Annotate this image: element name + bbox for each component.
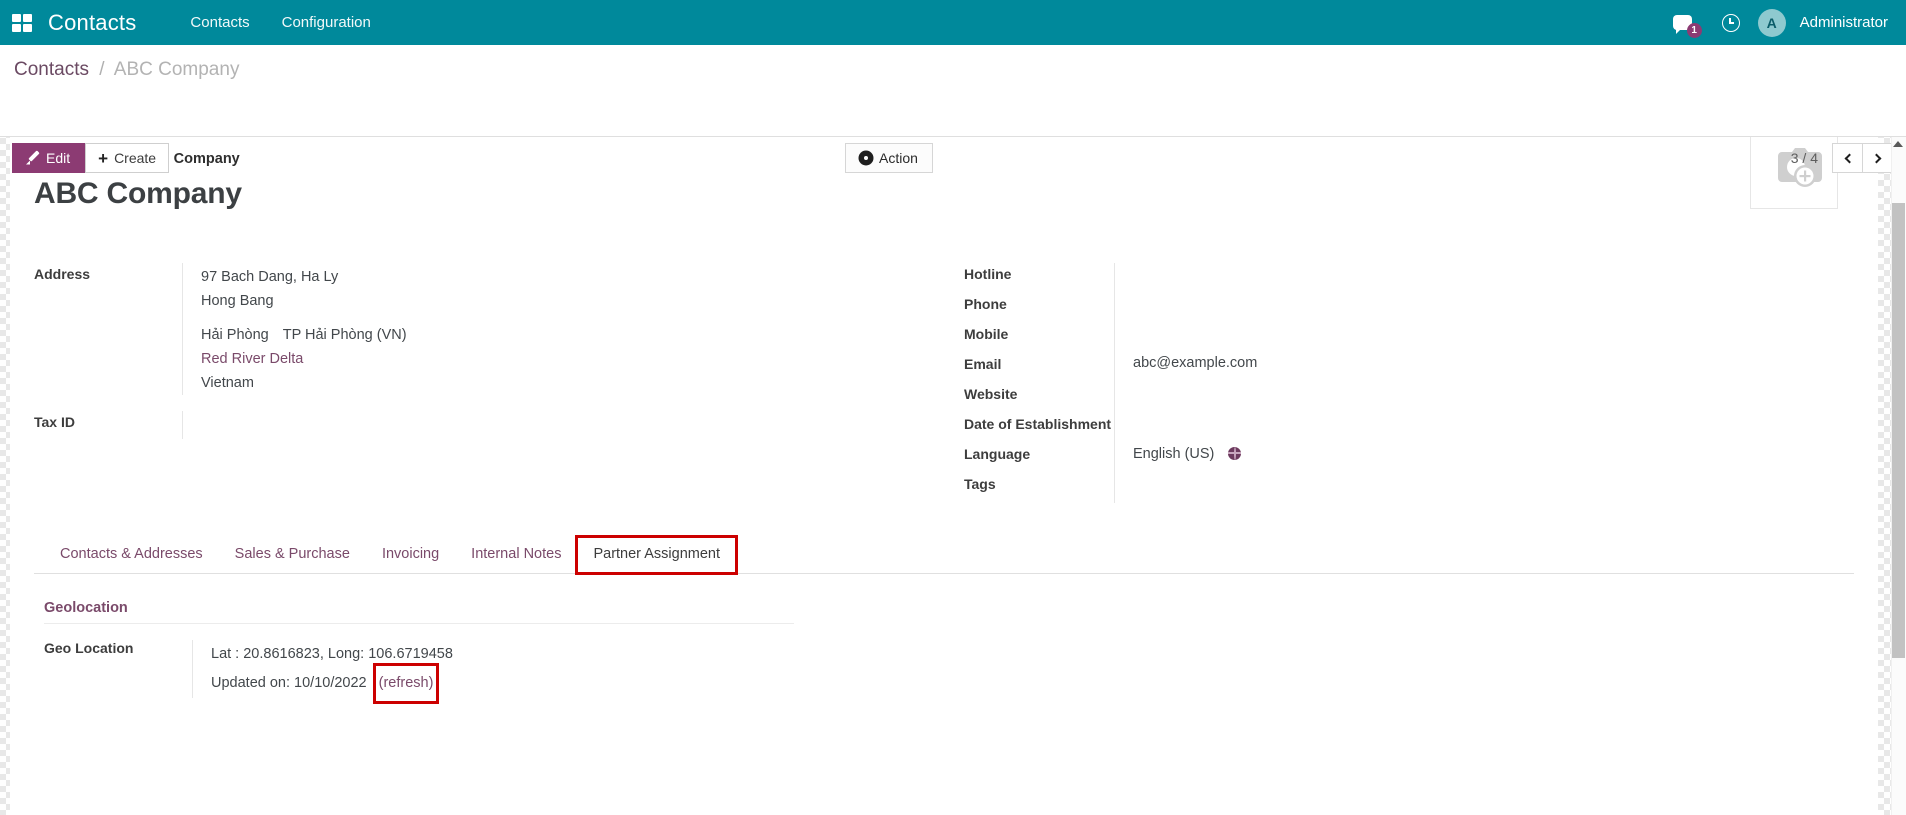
form-right-column: Hotline Phone Mobile Email abc@example.c… xyxy=(934,263,1854,503)
field-language: Language English (US) xyxy=(964,443,1854,473)
top-navbar: Contacts Contacts Configuration 1 A Admi… xyxy=(0,0,1906,45)
scroll-up-arrow-icon[interactable] xyxy=(1893,141,1903,147)
field-email-value[interactable]: abc@example.com xyxy=(1114,353,1854,383)
globe-icon[interactable] xyxy=(1228,447,1242,460)
breadcrumb-root[interactable]: Contacts xyxy=(14,59,89,80)
gear-icon xyxy=(860,152,872,164)
field-geo-location-value: Lat : 20.8616823, Long: 106.6719458 Upda… xyxy=(192,640,1844,704)
geo-coordinates: Lat : 20.8616823, Long: 106.6719458 xyxy=(211,646,453,662)
field-language-value[interactable]: English (US) xyxy=(1114,443,1854,473)
address-country: Vietnam xyxy=(201,375,254,391)
form-sheet: Individual Company ABC Company Address 9… xyxy=(10,137,1878,815)
tab-partner-assignment[interactable]: Partner Assignment xyxy=(575,535,738,575)
breadcrumb-separator: / xyxy=(99,59,105,80)
field-email-label: Email xyxy=(964,356,1002,372)
field-hotline: Hotline xyxy=(964,263,1854,293)
tab-sales-purchase[interactable]: Sales & Purchase xyxy=(219,537,366,573)
chevron-right-icon xyxy=(1871,153,1882,163)
notebook-tabs: Contacts & Addresses Sales & Purchase In… xyxy=(34,535,1854,575)
address-city: Hải Phòng xyxy=(201,327,269,343)
field-address-value[interactable]: 97 Bach Dang, Ha Ly Hong Bang Hải Phòng … xyxy=(182,263,934,395)
pager-counter: 3 / 4 xyxy=(1790,150,1818,166)
field-address-label: Address xyxy=(34,266,91,282)
tab-invoicing[interactable]: Invoicing xyxy=(366,537,455,573)
edit-button-label: Edit xyxy=(46,150,71,166)
geolocation-group-title: Geolocation xyxy=(44,600,794,624)
tab-contacts-addresses[interactable]: Contacts & Addresses xyxy=(44,537,219,573)
messages-badge: 1 xyxy=(1686,23,1702,38)
pager: 3 / 4 xyxy=(1791,143,1894,173)
breadcrumb: Contacts / ABC Company xyxy=(14,59,239,81)
field-mobile: Mobile xyxy=(964,323,1854,353)
field-hotline-label: Hotline xyxy=(964,266,1012,282)
field-address: Address 97 Bach Dang, Ha Ly Hong Bang Hả… xyxy=(34,263,934,395)
create-button[interactable]: + Create xyxy=(85,143,170,173)
partner-type-radio-group: Individual Company xyxy=(34,151,1854,167)
apps-grid-icon[interactable] xyxy=(12,13,32,32)
breadcrumb-current: ABC Company xyxy=(113,59,240,80)
field-phone: Phone xyxy=(964,293,1854,323)
field-tags: Tags xyxy=(964,473,1854,503)
activity-clock-icon[interactable] xyxy=(1721,13,1740,32)
field-tags-value[interactable] xyxy=(1114,473,1854,503)
app-brand-title[interactable]: Contacts xyxy=(48,10,136,36)
edit-button[interactable]: Edit xyxy=(12,143,86,173)
field-geo-location-label: Geo Location xyxy=(44,640,134,656)
avatar[interactable]: A xyxy=(1757,8,1786,37)
radio-company-label: Company xyxy=(173,151,240,167)
navbar-right-group: 1 A Administrator xyxy=(1661,0,1906,45)
pencil-icon xyxy=(27,152,40,165)
field-language-label: Language xyxy=(964,446,1031,462)
field-tax-id-value[interactable] xyxy=(182,411,934,439)
pager-previous-button[interactable] xyxy=(1832,143,1863,173)
action-button[interactable]: Action xyxy=(845,143,933,173)
plus-icon: + xyxy=(98,148,109,168)
field-phone-label: Phone xyxy=(964,296,1007,312)
username-label[interactable]: Administrator xyxy=(1800,14,1888,31)
geo-updated-row: Updated on: 10/10/2022 (refresh) xyxy=(211,663,1844,704)
field-website-label: Website xyxy=(964,386,1018,402)
field-date-of-establishment-value[interactable] xyxy=(1114,413,1854,443)
vertical-scrollbar-thumb[interactable] xyxy=(1892,203,1905,658)
address-street: 97 Bach Dang, Ha Ly xyxy=(201,269,339,285)
form-left-column: Address 97 Bach Dang, Ha Ly Hong Bang Hả… xyxy=(34,263,934,503)
field-mobile-value[interactable] xyxy=(1114,323,1854,353)
field-email: Email abc@example.com xyxy=(964,353,1854,383)
geo-updated-on: Updated on: 10/10/2022 xyxy=(211,675,367,691)
page-title: ABC Company xyxy=(34,177,242,210)
field-website-value[interactable] xyxy=(1114,383,1854,413)
tab-internal-notes[interactable]: Internal Notes xyxy=(455,537,577,573)
field-mobile-label: Mobile xyxy=(964,326,1009,342)
field-language-text: English (US) xyxy=(1133,446,1215,462)
field-date-of-establishment-label: Date of Establishment xyxy=(964,416,1112,432)
field-hotline-value[interactable] xyxy=(1114,263,1854,293)
create-button-label: Create xyxy=(114,150,157,166)
field-tax-id-label: Tax ID xyxy=(34,414,75,430)
action-button-label: Action xyxy=(879,150,918,166)
address-state: TP Hải Phòng (VN) xyxy=(282,327,407,343)
field-tags-label: Tags xyxy=(964,476,996,492)
address-region[interactable]: Red River Delta xyxy=(201,347,934,371)
pager-next-button[interactable] xyxy=(1863,143,1894,173)
field-phone-value[interactable] xyxy=(1114,293,1854,323)
record-action-buttons: Edit + Create xyxy=(12,143,170,173)
menu-item-contacts[interactable]: Contacts xyxy=(174,0,265,45)
tab-panel-partner-assignment: Geolocation Geo Location Lat : 20.861682… xyxy=(34,574,1854,704)
field-geo-location: Geo Location Lat : 20.8616823, Long: 106… xyxy=(44,640,1844,704)
form-columns: Address 97 Bach Dang, Ha Ly Hong Bang Hả… xyxy=(34,263,1854,503)
field-tax-id: Tax ID xyxy=(34,411,934,441)
chevron-left-icon xyxy=(1844,153,1854,163)
geo-refresh-link[interactable]: (refresh) xyxy=(372,663,440,704)
control-panel: Contacts / ABC Company Edit + Create Act… xyxy=(0,45,1906,173)
menu-item-configuration[interactable]: Configuration xyxy=(266,0,387,45)
messages-icon[interactable]: 1 xyxy=(1661,15,1704,38)
field-date-of-establishment: Date of Establishment xyxy=(964,413,1854,443)
address-street2: Hong Bang xyxy=(201,293,274,309)
notebook: Contacts & Addresses Sales & Purchase In… xyxy=(34,535,1854,704)
field-website: Website xyxy=(964,383,1854,413)
